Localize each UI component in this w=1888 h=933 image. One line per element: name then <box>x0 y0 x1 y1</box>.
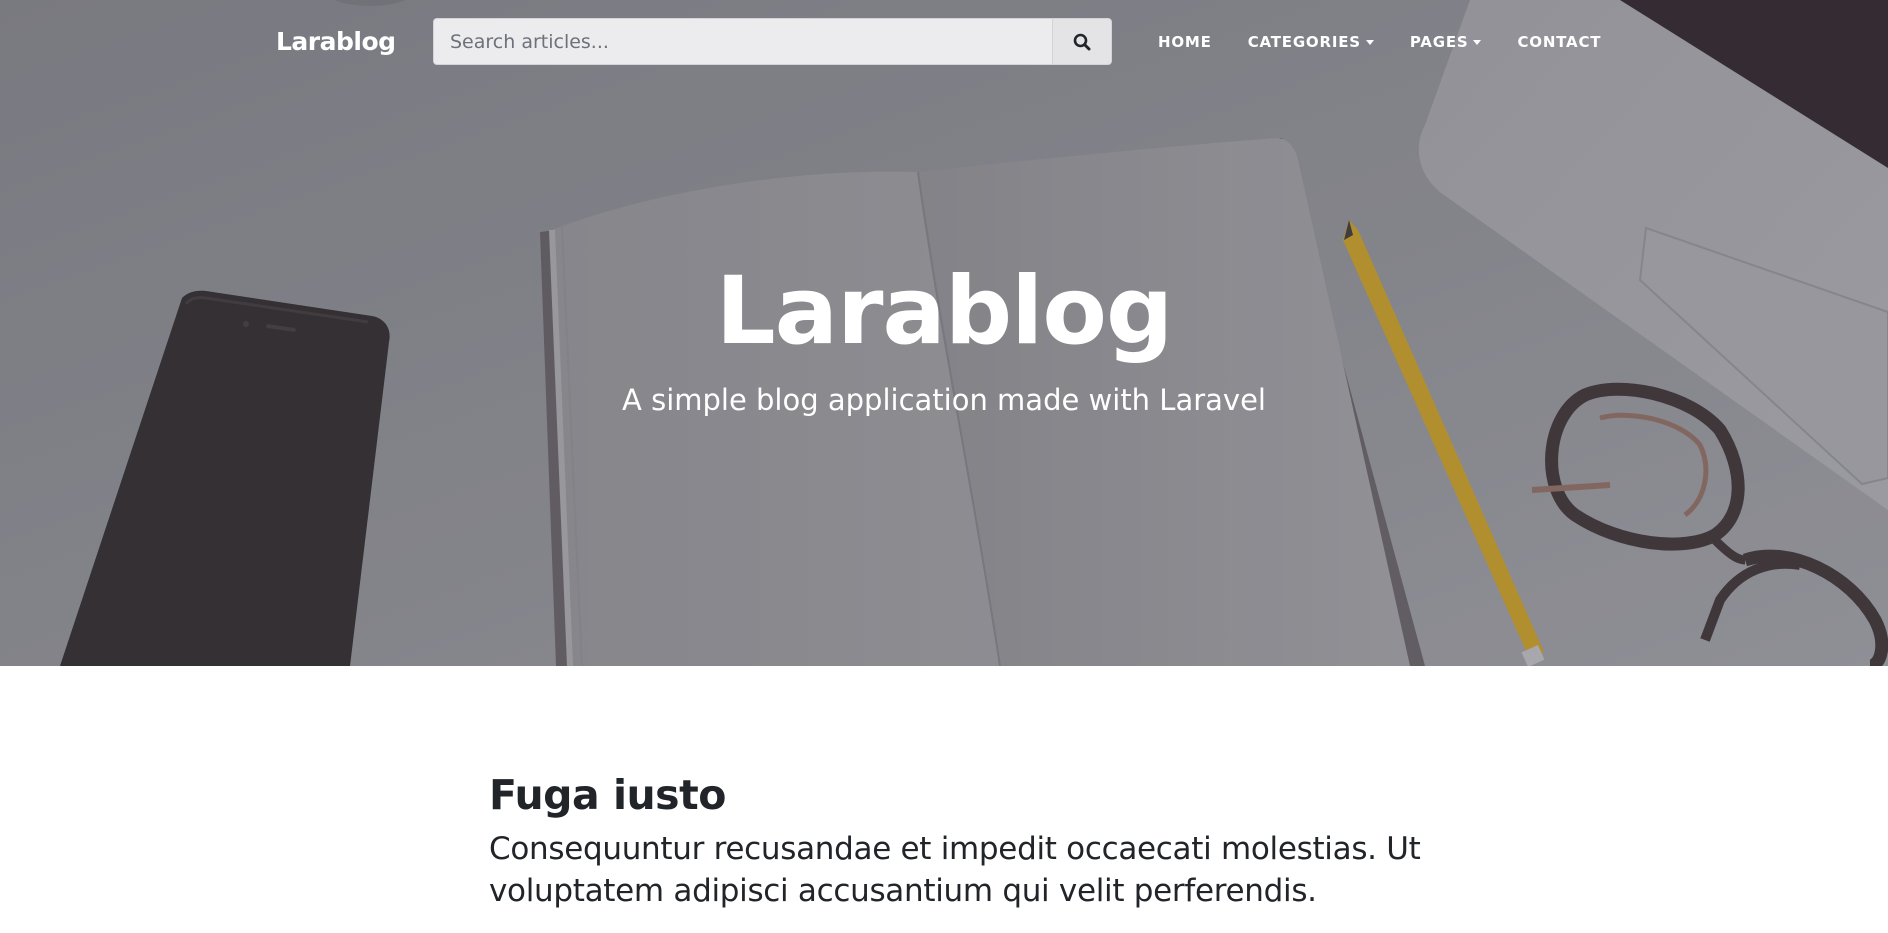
search-icon <box>1073 33 1091 50</box>
nav-link-home[interactable]: HOME <box>1140 24 1230 60</box>
search-button[interactable] <box>1052 18 1112 65</box>
caret-down-icon <box>1473 39 1482 45</box>
nav-link-label: PAGES <box>1409 33 1469 51</box>
nav-link-label: CATEGORIES <box>1247 33 1361 51</box>
post-subtitle[interactable]: Consequuntur recusandae et impedit occae… <box>489 828 1449 912</box>
main-navbar: Larablog HOME CATEGORIES PAGES <box>0 0 1888 82</box>
caret-down-icon <box>1365 39 1374 45</box>
site-subtitle: A simple blog application made with Lara… <box>622 383 1266 417</box>
post-preview[interactable]: Fuga iusto Consequuntur recusandae et im… <box>489 762 1449 912</box>
nav-link-label: HOME <box>1158 33 1212 51</box>
post-title[interactable]: Fuga iusto <box>489 762 1449 828</box>
site-title: Larablog <box>715 257 1174 366</box>
nav-link-pages[interactable]: PAGES <box>1392 24 1500 60</box>
search-input[interactable] <box>433 18 1052 65</box>
hero-header: Larablog HOME CATEGORIES PAGES <box>0 0 1888 666</box>
nav-link-label: CONTACT <box>1517 33 1602 51</box>
nav-link-contact[interactable]: CONTACT <box>1499 24 1619 60</box>
nav-menu: HOME CATEGORIES PAGES CONTACT <box>1140 24 1619 60</box>
brand-logo-link[interactable]: Larablog <box>276 22 396 62</box>
search-form <box>433 18 1112 65</box>
nav-link-categories[interactable]: CATEGORIES <box>1230 24 1392 60</box>
